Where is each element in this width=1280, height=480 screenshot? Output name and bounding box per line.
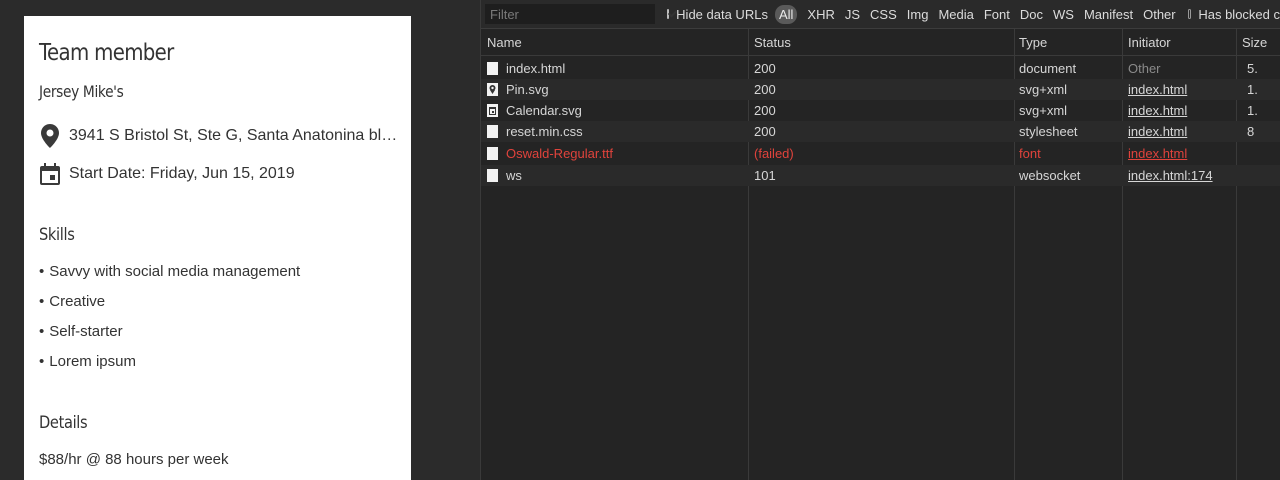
devtools-network-panel: Hide data URLs All XHR JS CSS Img Media … xyxy=(480,0,1280,480)
column-header-name[interactable]: Name xyxy=(487,35,522,50)
document-icon xyxy=(487,125,498,138)
filter-all-button[interactable]: All xyxy=(774,4,798,24)
request-status: 200 xyxy=(754,103,776,118)
filter-media-button[interactable]: Media xyxy=(938,7,973,22)
card-title: Team member xyxy=(39,40,174,66)
request-type: document xyxy=(1019,61,1077,76)
svg-image-icon xyxy=(487,83,498,96)
skill-item: • Savvy with social media management xyxy=(39,263,301,280)
request-size: 8 xyxy=(1247,124,1255,139)
filter-manifest-button[interactable]: Manifest xyxy=(1084,7,1133,22)
network-toolbar: Hide data URLs All XHR JS CSS Img Media … xyxy=(481,0,1280,29)
request-status: (failed) xyxy=(754,146,794,161)
request-status: 200 xyxy=(754,124,776,139)
start-date-row: Start Date: Friday, Jun 15, 2019 xyxy=(39,162,295,186)
skill-item: • Creative xyxy=(39,293,106,310)
table-row[interactable]: Calendar.svg 200 svg+xml index.html 1. xyxy=(481,100,1280,121)
request-name: Calendar.svg xyxy=(506,103,582,118)
company-name: Jersey Mike's xyxy=(39,82,124,101)
filter-doc-button[interactable]: Doc xyxy=(1020,7,1043,22)
request-initiator: Other xyxy=(1128,61,1161,76)
start-date-text: Start Date: Friday, Jun 15, 2019 xyxy=(69,165,295,182)
request-size: 5. xyxy=(1247,61,1258,76)
document-icon xyxy=(487,147,498,160)
table-row[interactable]: reset.min.css 200 stylesheet index.html … xyxy=(481,121,1280,142)
hide-data-urls-checkbox[interactable] xyxy=(667,9,670,19)
request-name: Oswald-Regular.ttf xyxy=(506,146,613,161)
table-row[interactable]: ws 101 websocket index.html:174 xyxy=(481,165,1280,186)
details-text: $88/hr @ 88 hours per week xyxy=(39,451,229,468)
request-name: index.html xyxy=(506,61,566,76)
filter-xhr-button[interactable]: XHR xyxy=(807,7,834,22)
filter-other-button[interactable]: Other xyxy=(1143,7,1176,22)
network-request-table: Name Status Type Initiator Size index.ht… xyxy=(481,29,1280,480)
request-status: 200 xyxy=(754,82,776,97)
request-type: svg+xml xyxy=(1019,103,1068,118)
has-blocked-cookies-label: Has blocked c xyxy=(1198,6,1280,22)
table-row[interactable]: Pin.svg 200 svg+xml index.html 1. xyxy=(481,79,1280,100)
request-status: 101 xyxy=(754,168,776,183)
request-initiator[interactable]: index.html xyxy=(1128,146,1236,161)
request-name: reset.min.css xyxy=(506,124,583,139)
document-icon xyxy=(487,169,498,182)
details-heading: Details xyxy=(39,413,88,433)
team-member-card: Team member Jersey Mike's 3941 S Bristol… xyxy=(24,16,411,480)
table-header: Name Status Type Initiator Size xyxy=(481,29,1280,56)
table-row[interactable]: index.html 200 document Other 5. xyxy=(481,58,1280,79)
table-row-failed[interactable]: Oswald-Regular.ttf (failed) font index.h… xyxy=(481,143,1280,164)
request-type: stylesheet xyxy=(1019,124,1078,139)
request-type: font xyxy=(1019,146,1041,161)
request-name: Pin.svg xyxy=(506,82,549,97)
column-header-size[interactable]: Size xyxy=(1242,35,1267,50)
request-initiator[interactable]: index.html xyxy=(1128,103,1236,118)
calendar-icon xyxy=(39,162,61,186)
svg-image-icon xyxy=(487,104,498,117)
request-initiator[interactable]: index.html xyxy=(1128,124,1236,139)
filter-css-button[interactable]: CSS xyxy=(870,7,897,22)
filter-input[interactable] xyxy=(485,4,655,24)
skill-item: • Lorem ipsum xyxy=(39,353,136,370)
document-icon xyxy=(487,62,498,75)
request-type: websocket xyxy=(1019,168,1081,183)
column-header-type[interactable]: Type xyxy=(1019,35,1047,50)
filter-ws-button[interactable]: WS xyxy=(1053,7,1074,22)
filter-font-button[interactable]: Font xyxy=(984,7,1010,22)
address-row: 3941 S Bristol St, Ste G, Santa Anatonin… xyxy=(39,124,399,148)
has-blocked-cookies-checkbox[interactable] xyxy=(1187,9,1192,19)
skills-heading: Skills xyxy=(39,225,75,245)
request-type: svg+xml xyxy=(1019,82,1068,97)
filter-js-button[interactable]: JS xyxy=(845,7,860,22)
skill-item: • Self-starter xyxy=(39,323,123,340)
hide-data-urls-label: Hide data URLs xyxy=(676,6,768,22)
request-initiator[interactable]: index.html:174 xyxy=(1128,168,1236,183)
column-header-status[interactable]: Status xyxy=(754,35,791,50)
request-name: ws xyxy=(506,168,522,183)
column-header-initiator[interactable]: Initiator xyxy=(1128,35,1171,50)
request-size: 1. xyxy=(1247,82,1258,97)
location-pin-icon xyxy=(39,124,61,148)
address-text: 3941 S Bristol St, Ste G, Santa Anatonin… xyxy=(69,127,399,144)
request-size: 1. xyxy=(1247,103,1258,118)
filter-img-button[interactable]: Img xyxy=(907,7,929,22)
request-status: 200 xyxy=(754,61,776,76)
request-initiator[interactable]: index.html xyxy=(1128,82,1236,97)
